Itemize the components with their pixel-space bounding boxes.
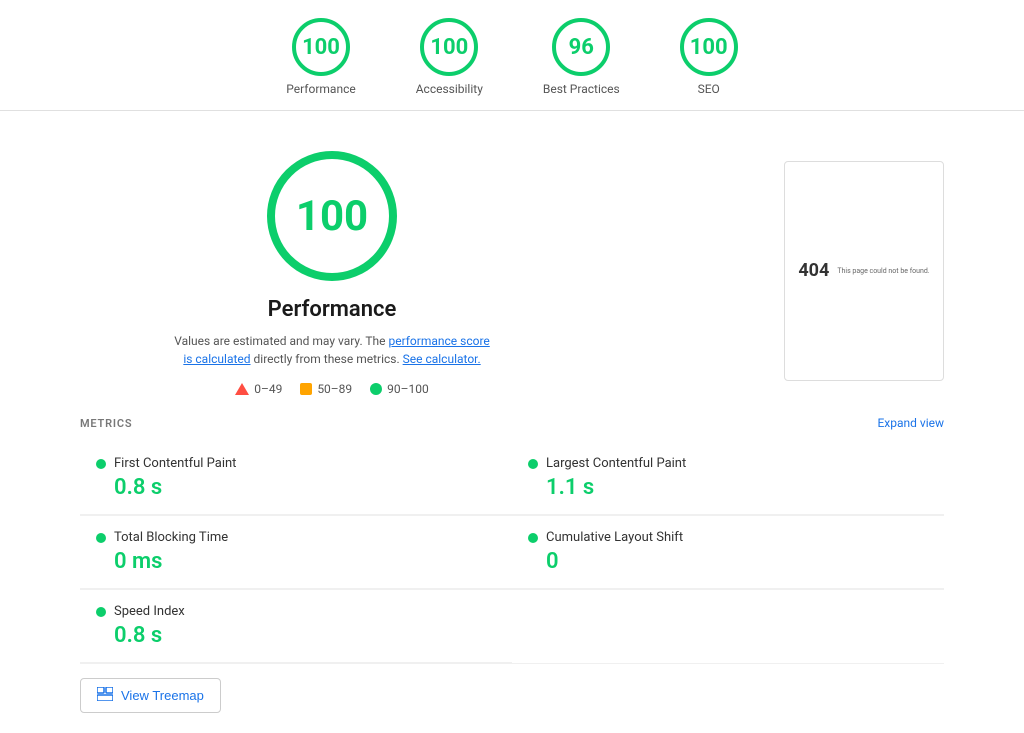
metric-tbt: Total Blocking Time 0 ms (80, 516, 512, 589)
metric-cls: Cumulative Layout Shift 0 (512, 516, 944, 589)
metric-si-label: Speed Index (114, 604, 185, 619)
big-score-circle: 100 (267, 151, 397, 281)
metric-tbt-value: 0 ms (96, 549, 496, 574)
metrics-section: METRICS Expand view First Contentful Pai… (80, 416, 944, 713)
main-content: 100 Performance Values are estimated and… (0, 111, 1024, 733)
legend-item-fail: 0–49 (235, 382, 282, 396)
screenshot-error-msg: This page could not be found. (837, 267, 929, 275)
score-label-best-practices: Best Practices (543, 82, 620, 96)
metric-lcp-name-row: Largest Contentful Paint (528, 456, 928, 471)
score-number-accessibility: 100 (430, 35, 468, 60)
screenshot-inner: 404 This page could not be found. (793, 178, 935, 363)
metric-lcp-dot (528, 459, 538, 469)
metric-si: Speed Index 0.8 s (80, 590, 512, 663)
legend: 0–49 50–89 90–100 (235, 382, 429, 396)
perf-title: Performance (268, 297, 397, 322)
metric-fcp-label: First Contentful Paint (114, 456, 236, 471)
scores-bar: 100 Performance 100 Accessibility 96 Bes… (0, 0, 1024, 111)
legend-range-pass: 90–100 (387, 382, 429, 396)
legend-item-pass: 90–100 (370, 382, 429, 396)
description-mid: directly from these metrics. (254, 352, 400, 366)
fail-icon (235, 383, 249, 395)
pass-icon (370, 383, 382, 395)
screenshot-preview: 404 This page could not be found. (784, 161, 944, 381)
treemap-icon (97, 687, 113, 704)
metrics-header: METRICS Expand view (80, 416, 944, 430)
metrics-row-3: Speed Index 0.8 s (80, 590, 944, 664)
metrics-row-2: Total Blocking Time 0 ms Cumulative Layo… (80, 516, 944, 590)
metric-tbt-name-row: Total Blocking Time (96, 530, 496, 545)
legend-item-average: 50–89 (300, 382, 352, 396)
metric-fcp-dot (96, 459, 106, 469)
metrics-section-title: METRICS (80, 417, 132, 430)
metric-cls-value: 0 (528, 549, 928, 574)
score-item-seo[interactable]: 100 SEO (680, 18, 738, 96)
metric-lcp: Largest Contentful Paint 1.1 s (512, 442, 944, 515)
metric-fcp-value: 0.8 s (96, 475, 496, 500)
metric-si-value: 0.8 s (96, 623, 496, 648)
score-number-seo: 100 (690, 35, 728, 60)
score-circle-best-practices: 96 (552, 18, 610, 76)
perf-description: Values are estimated and may vary. The p… (172, 332, 492, 368)
metric-cls-dot (528, 533, 538, 543)
metric-tbt-label: Total Blocking Time (114, 530, 228, 545)
screenshot-404-code: 404 (798, 260, 829, 281)
big-score-number: 100 (296, 192, 368, 241)
metric-cls-name-row: Cumulative Layout Shift (528, 530, 928, 545)
score-item-accessibility[interactable]: 100 Accessibility (416, 18, 483, 96)
metric-si-dot (96, 607, 106, 617)
metrics-row-1: First Contentful Paint 0.8 s Largest Con… (80, 442, 944, 516)
metric-lcp-label: Largest Contentful Paint (546, 456, 686, 471)
score-circle-performance: 100 (292, 18, 350, 76)
calculator-link[interactable]: See calculator. (403, 352, 481, 366)
score-label-performance: Performance (286, 82, 355, 96)
metric-fcp: First Contentful Paint 0.8 s (80, 442, 512, 515)
score-label-seo: SEO (698, 82, 720, 96)
score-item-best-practices[interactable]: 96 Best Practices (543, 18, 620, 96)
score-number-performance: 100 (302, 35, 340, 60)
legend-range-average: 50–89 (317, 382, 352, 396)
description-text: Values are estimated and may vary. The (174, 334, 385, 348)
score-number-best-practices: 96 (569, 35, 594, 60)
metric-tbt-dot (96, 533, 106, 543)
treemap-label: View Treemap (121, 688, 204, 703)
score-item-performance[interactable]: 100 Performance (286, 18, 355, 96)
average-icon (300, 383, 312, 395)
metric-fcp-name-row: First Contentful Paint (96, 456, 496, 471)
score-circle-accessibility: 100 (420, 18, 478, 76)
legend-range-fail: 0–49 (254, 382, 282, 396)
perf-section: 100 Performance Values are estimated and… (80, 141, 584, 396)
metric-si-name-row: Speed Index (96, 604, 496, 619)
metric-lcp-value: 1.1 s (528, 475, 928, 500)
top-section: 100 Performance Values are estimated and… (80, 141, 944, 396)
score-label-accessibility: Accessibility (416, 82, 483, 96)
view-treemap-button[interactable]: View Treemap (80, 678, 221, 713)
metric-cls-label: Cumulative Layout Shift (546, 530, 683, 545)
expand-view-button[interactable]: Expand view (877, 416, 944, 430)
score-circle-seo: 100 (680, 18, 738, 76)
